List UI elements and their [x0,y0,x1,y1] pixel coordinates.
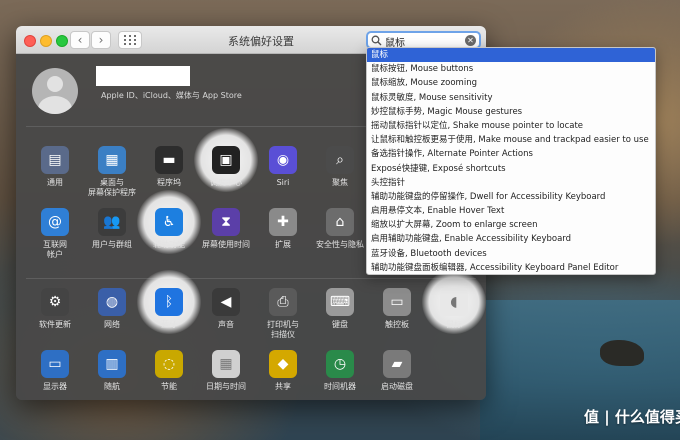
wallpaper-rock [600,340,644,366]
search-result-item[interactable]: 备选指针操作, Alternate Pointer Actions [367,147,655,161]
displays-icon: ▭ [41,350,69,378]
users-groups-icon: 👥 [98,208,126,236]
divider [26,278,476,279]
search-result-item[interactable]: 鼠标灵敏度, Mouse sensitivity [367,91,655,105]
time-machine-icon: ◷ [326,350,354,378]
general-icon: ▤ [41,146,69,174]
pane-startup-disk[interactable]: ▰ 启动磁盘 [366,350,428,400]
pane-label: 安全性与隐私 [316,240,364,249]
pane-desktop-screensaver[interactable]: ▦ 桌面与 屏幕保护程序 [81,146,143,204]
pane-trackpad[interactable]: ▭ 触控板 [366,288,428,346]
search-result-item[interactable]: 蓝牙设备, Bluetooth devices [367,247,655,261]
sidecar-icon: ▥ [98,350,126,378]
pane-screen-time[interactable]: ⧗ 屏幕使用时间 [195,208,257,266]
pane-label: 聚焦 [332,178,348,187]
desktop-screensaver-icon: ▦ [98,146,126,174]
pane-security-privacy[interactable]: ⌂ 安全性与隐私 [309,208,371,266]
search-result-item[interactable]: 启用辅助功能键盘, Enable Accessibility Keyboard [367,232,655,246]
chevron-right-icon: › [98,33,104,47]
account-name-redacted [96,66,190,86]
search-result-item[interactable]: 摇动鼠标指针以定位, Shake mouse pointer to locate [367,119,655,133]
sharing-icon: ◆ [269,350,297,378]
startup-disk-icon: ▰ [383,350,411,378]
search-result-item[interactable]: 缩放以扩大屏幕, Zoom to enlarge screen [367,218,655,232]
printers-scanners-icon: ⎙ [269,288,297,316]
pane-label: 启动磁盘 [381,382,413,391]
pane-internet-accounts[interactable]: @ 互联网 帐户 [24,208,86,266]
bluetooth-icon: ᛒ [155,288,183,316]
search-result-item[interactable]: 让鼠标和触控板更易于使用, Make mouse and trackpad ea… [367,133,655,147]
pane-siri[interactable]: ◉ Siri [252,146,314,204]
search-result-item[interactable]: 鼠标 [367,48,655,63]
pane-label: 鼠标 [446,320,462,329]
back-button[interactable]: ‹ [70,31,90,49]
search-icon [371,35,382,46]
search-results-menu: 鼠标 鼠标按钮, Mouse buttons 鼠标缩放, Mouse zooming… [366,47,656,275]
pane-time-machine[interactable]: ◷ 时间机器 [309,350,371,400]
minimize-button[interactable] [40,35,52,47]
energy-saver-icon: ◌ [155,350,183,378]
pane-software-update[interactable]: ⚙ 软件更新 [24,288,86,346]
search-result-item[interactable]: 头控指针 [367,176,655,190]
pane-energy-saver[interactable]: ◌ 节能 [138,350,200,400]
chevron-left-icon: ‹ [77,33,83,47]
window-title: 系统偏好设置 [228,35,294,48]
clear-search-icon[interactable]: ✕ [465,35,476,46]
search-result-item[interactable]: 妙控鼠标手势, Magic Mouse gestures [367,105,655,119]
spotlight-icon: ⌕ [326,146,354,174]
pane-date-time[interactable]: ▦ 日期与时间 [195,350,257,400]
security-privacy-icon: ⌂ [326,208,354,236]
pane-mission-control[interactable]: ▣ 调度中心 [195,146,257,204]
pane-spotlight[interactable]: ⌕ 聚焦 [309,146,371,204]
pane-network[interactable]: ◍ 网络 [81,288,143,346]
sound-icon: ◀ [212,288,240,316]
pane-displays[interactable]: ▭ 显示器 [24,350,86,400]
search-result-item[interactable]: Exposé快捷键, Exposé shortcuts [367,162,655,176]
close-button[interactable] [24,35,36,47]
forward-button[interactable]: › [91,31,111,49]
pane-bluetooth[interactable]: ᛒ 蓝牙 [138,288,200,346]
search-result-item[interactable]: 鼠标缩放, Mouse zooming [367,76,655,90]
keyboard-icon: ⌨ [326,288,354,316]
dock-icon: ▬ [155,146,183,174]
pane-keyboard[interactable]: ⌨ 键盘 [309,288,371,346]
zoom-button[interactable] [56,35,68,47]
search-result-item[interactable]: 辅助功能键盘的停留操作, Dwell for Accessibility Key… [367,190,655,204]
show-all-button[interactable] [118,31,142,49]
account-subtitle: Apple ID、iCloud、媒体与 App Store [101,91,242,100]
search-result-item[interactable]: 辅助功能键盘面板编辑器, Accessibility Keyboard Pane… [367,261,655,274]
siri-icon: ◉ [269,146,297,174]
watermark: 值 | 什么值得买 [584,408,680,426]
screen-time-icon: ⧗ [212,208,240,236]
software-update-icon: ⚙ [41,288,69,316]
trackpad-icon: ▭ [383,288,411,316]
pane-sharing[interactable]: ◆ 共享 [252,350,314,400]
internet-accounts-icon: @ [41,208,69,236]
pane-mouse[interactable]: ◖ 鼠标 [423,288,485,346]
grid-icon [124,35,136,45]
pane-accessibility[interactable]: ♿ 辅助功能 [138,208,200,266]
avatar[interactable] [32,68,78,114]
search-result-item[interactable]: 启用悬停文本, Enable Hover Text [367,204,655,218]
pane-sidecar[interactable]: ▥ 随航 [81,350,143,400]
mission-control-icon: ▣ [212,146,240,174]
pane-printers-scanners[interactable]: ⎙ 打印机与 扫描仪 [252,288,314,346]
network-icon: ◍ [98,288,126,316]
search-result-item[interactable]: 鼠标按钮, Mouse buttons [367,62,655,76]
pane-extensions[interactable]: ✚ 扩展 [252,208,314,266]
mouse-icon: ◖ [440,288,468,316]
date-time-icon: ▦ [212,350,240,378]
extensions-icon: ✚ [269,208,297,236]
pane-users-groups[interactable]: 👥 用户与群组 [81,208,143,266]
accessibility-icon: ♿ [155,208,183,236]
